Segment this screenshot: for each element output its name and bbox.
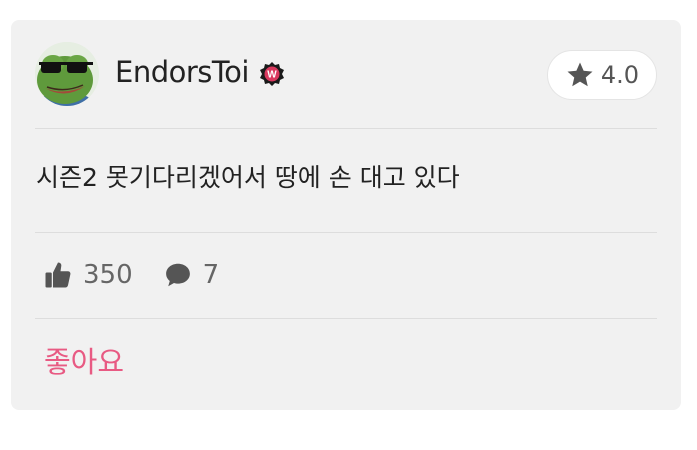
frog-avatar-icon	[35, 42, 99, 106]
post-stats: 350 7	[43, 254, 249, 296]
verified-badge-icon: W	[259, 61, 285, 87]
rating-value: 4.0	[600, 61, 640, 89]
divider	[35, 318, 657, 319]
thumbs-up-icon	[45, 262, 71, 288]
like-button[interactable]: 좋아요	[44, 342, 124, 382]
speech-bubble-icon	[165, 263, 190, 287]
divider	[35, 232, 657, 233]
post-content: 시즌2 못기다리겠어서 땅에 손 대고 있다	[36, 163, 460, 192]
star-icon	[567, 62, 593, 87]
comment-count-value: 7	[202, 260, 220, 290]
post-header: EndorsToi W 4.0	[11, 20, 681, 128]
avatar[interactable]	[35, 42, 99, 106]
badge-letter: W	[267, 70, 277, 81]
author-name[interactable]: EndorsToi	[115, 54, 249, 90]
like-count-value: 350	[83, 260, 133, 290]
post-card: EndorsToi W 4.0 시즌2 못기다리겠어서 땅에 손 대고 있다 3…	[11, 20, 681, 410]
like-count[interactable]: 350	[43, 260, 133, 290]
rating-pill[interactable]: 4.0	[547, 50, 657, 100]
divider	[35, 128, 657, 129]
comment-count[interactable]: 7	[163, 260, 220, 290]
